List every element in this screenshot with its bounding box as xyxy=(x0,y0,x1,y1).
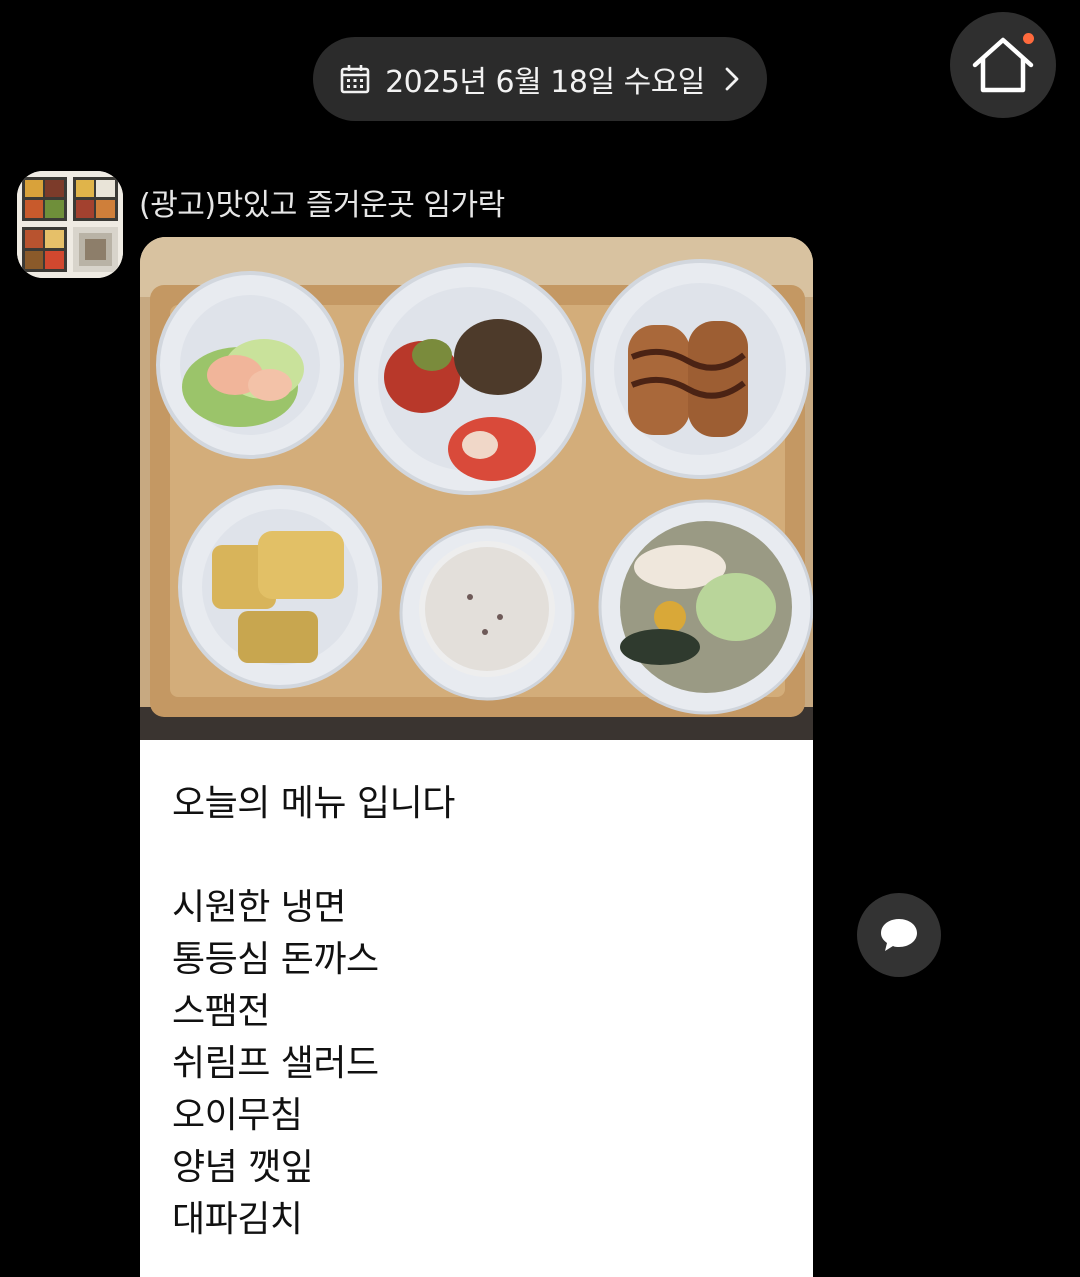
menu-item: 양념 깻잎 xyxy=(172,1147,314,1188)
message-title: 오늘의 메뉴 입니다 xyxy=(172,783,455,824)
date-selector-button[interactable]: 2025년 6월 18일 수요일 xyxy=(313,37,767,121)
menu-item: 시원한 냉면 xyxy=(172,887,347,928)
menu-item: 쉬림프 샐러드 xyxy=(172,1043,379,1084)
menu-item: 오이무침 xyxy=(172,1095,303,1136)
chevron-right-icon xyxy=(725,67,739,91)
sender-avatar[interactable] xyxy=(17,171,123,278)
message-card: 오늘의 메뉴 입니다 시원한 냉면 통등심 돈까스 스팸전 쉬림프 샐러드 오이… xyxy=(140,237,813,1277)
comment-button[interactable] xyxy=(857,893,941,977)
chat-bubble-icon xyxy=(881,919,917,951)
food-photo[interactable] xyxy=(140,237,813,740)
menu-item: 스팸전 xyxy=(172,991,270,1032)
home-button[interactable] xyxy=(950,12,1056,118)
date-label: 2025년 6월 18일 수요일 xyxy=(385,65,705,100)
notification-dot xyxy=(1023,33,1034,44)
message-body: 오늘의 메뉴 입니다 시원한 냉면 통등심 돈까스 스팸전 쉬림프 샐러드 오이… xyxy=(172,778,789,1246)
home-icon xyxy=(972,37,1034,93)
sender-name: (광고)맛있고 즐거운곳 임가락 xyxy=(139,188,505,223)
menu-item: 통등심 돈까스 xyxy=(172,939,379,980)
menu-item: 대파김치 xyxy=(172,1199,303,1240)
calendar-icon xyxy=(340,65,370,94)
food-tray-photo xyxy=(140,237,813,740)
lunchbox-photo xyxy=(17,171,123,278)
